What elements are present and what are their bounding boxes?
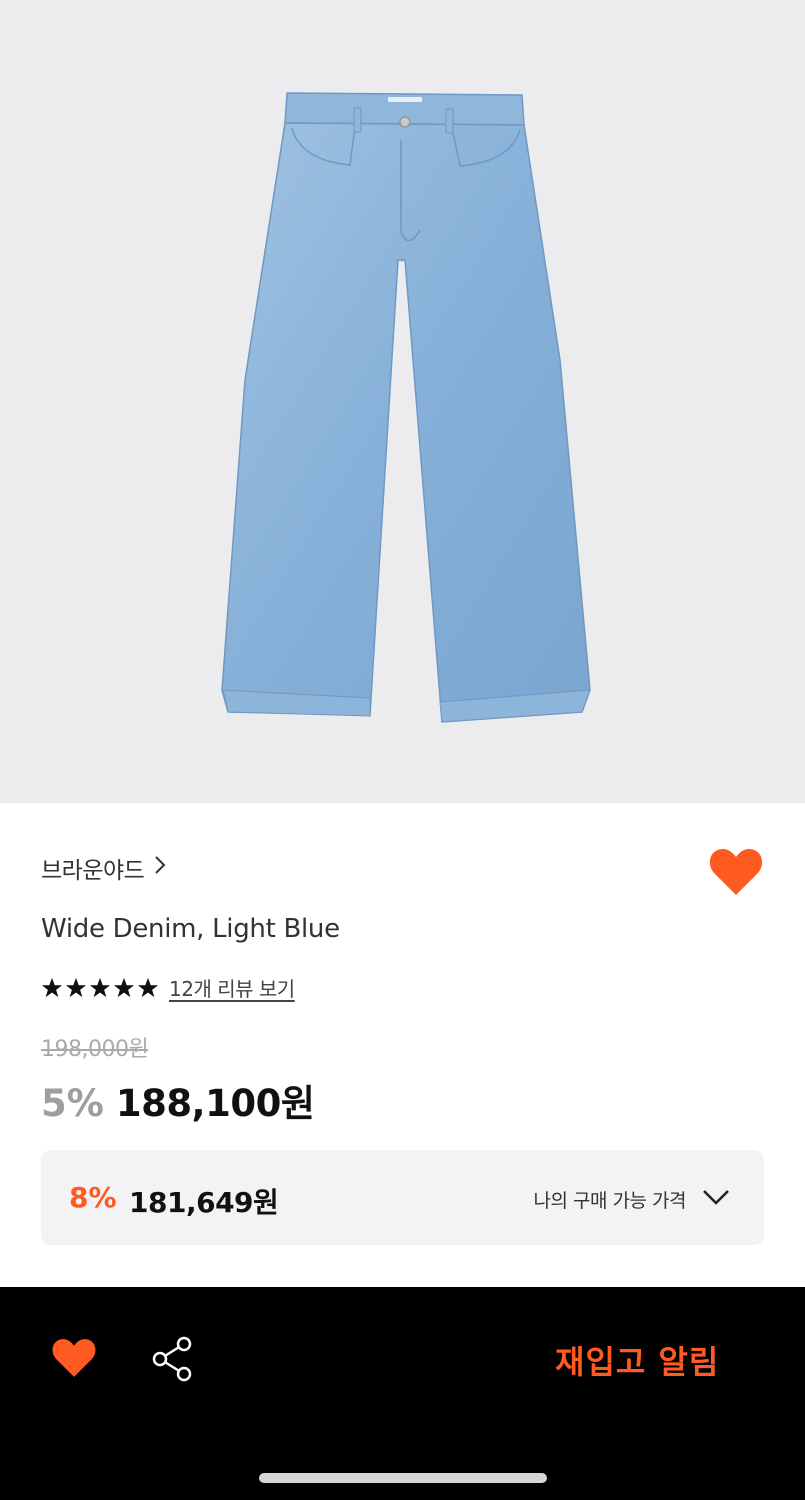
bottom-action-bar: 재입고 알림: [0, 1287, 805, 1500]
star-icon: [137, 977, 159, 997]
home-indicator[interactable]: [259, 1473, 547, 1483]
my-price: 181,649원: [129, 1186, 279, 1219]
share-icon: [152, 1336, 192, 1382]
original-price: 198,000원: [41, 1037, 149, 1062]
rating-stars: [41, 977, 159, 999]
star-icon: [89, 977, 111, 997]
brand-name: 브라운야드: [41, 858, 145, 884]
like-button[interactable]: [708, 847, 764, 897]
star-icon: [41, 977, 63, 997]
heart-icon: [52, 1339, 96, 1377]
product-jeans-image: [221, 92, 591, 723]
star-icon: [65, 977, 87, 997]
rating-row: 12개 리뷰 보기: [41, 973, 295, 1002]
my-discount-percent: 8%: [69, 1181, 117, 1214]
chevron-down-icon: [702, 1188, 730, 1210]
my-price-label: 나의 구매 가능 가격: [533, 1190, 687, 1212]
share-button[interactable]: [150, 1335, 194, 1383]
my-price-box[interactable]: 8% 181,649원 나의 구매 가능 가격: [41, 1150, 764, 1245]
bottom-like-button[interactable]: [51, 1337, 97, 1379]
product-info: 브라운야드 Wide Denim, Light Blue 12개 리뷰 보기 1…: [0, 803, 805, 1287]
star-icon: [113, 977, 135, 997]
product-name: Wide Denim, Light Blue: [41, 914, 340, 944]
brand-link[interactable]: 브라운야드: [41, 851, 166, 885]
sale-price-row: 5% 188,100원: [41, 1073, 315, 1127]
review-link[interactable]: 12개 리뷰 보기: [169, 973, 295, 1002]
heart-icon: [709, 849, 763, 895]
discount-percent: 5%: [41, 1082, 104, 1125]
chevron-right-icon: [154, 855, 166, 881]
restock-alert-button[interactable]: 재입고 알림: [555, 1337, 719, 1383]
sale-price: 188,100원: [115, 1082, 315, 1125]
product-image-area: [0, 0, 805, 803]
